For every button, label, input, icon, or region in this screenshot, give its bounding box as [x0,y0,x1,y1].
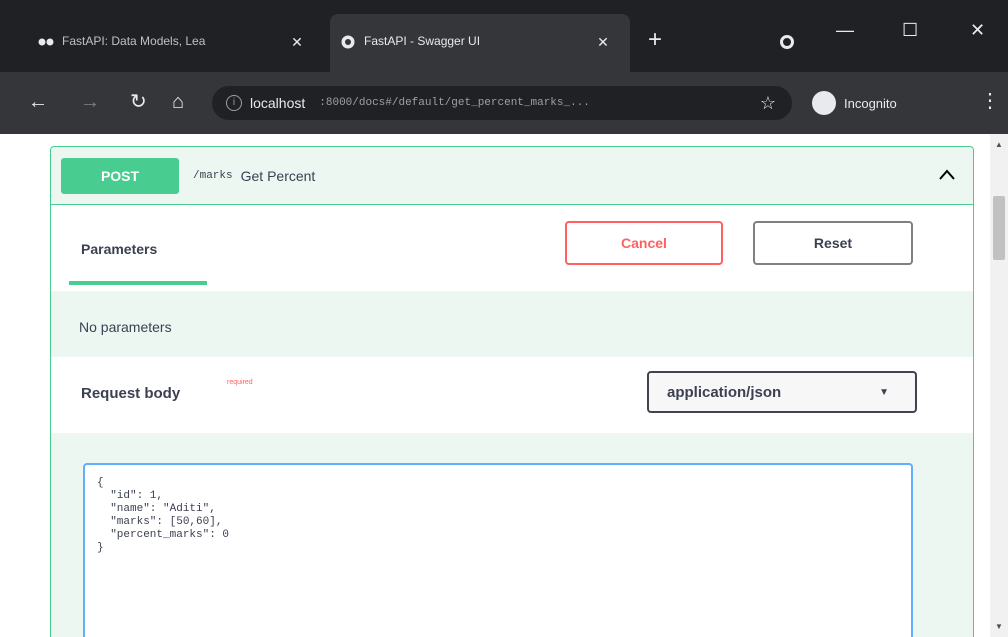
tab-close-icon[interactable]: ✕ [286,34,308,51]
request-body-header: Request body required application/json ▼ [51,357,973,433]
tab-close-icon[interactable]: ✕ [592,34,614,51]
request-body-title: Request body [81,385,181,402]
window-close-button[interactable]: ✕ [970,20,985,41]
scroll-up-arrow-icon[interactable]: ▲ [995,140,1003,149]
required-marker: required [227,379,253,386]
swagger-icon [340,34,356,50]
incognito-icon [812,91,836,115]
reload-icon[interactable]: ↻ [130,90,147,114]
url-host: localhost [250,95,306,111]
scrollbar-thumb[interactable] [993,196,1005,260]
minimize-button[interactable]: — [836,20,854,41]
chevron-up-icon[interactable] [939,167,955,183]
extension-icon[interactable] [780,35,794,49]
back-arrow-icon[interactable]: ← [28,90,48,114]
forward-arrow-icon[interactable]: → [80,90,100,114]
page-scrollbar[interactable]: ▲ ▼ [990,134,1008,637]
method-badge: POST [61,157,179,194]
tab-title: FastAPI: Data Models, Lea [62,34,206,48]
browser-toolbar: ← → ↻ ⌂ i localhost :8000/docs#/default/… [0,72,1008,134]
content-type-value: application/json [667,383,782,401]
new-tab-button[interactable]: + [648,28,662,52]
browser-tab-swagger[interactable]: FastAPI - Swagger UI ✕ [330,14,630,72]
request-body-editor[interactable]: { "id": 1, "name": "Aditi", "marks": [50… [83,463,913,637]
home-icon[interactable]: ⌂ [172,90,184,114]
operation-block-post: POST /marks Get Percent Parameters Cance… [50,146,974,637]
incognito-indicator[interactable]: Incognito [812,91,897,115]
tab-title: FastAPI - Swagger UI [364,34,481,48]
address-bar[interactable]: i localhost :8000/docs#/default/get_perc… [212,86,792,120]
incognito-label: Incognito [844,95,897,111]
bookmark-star-icon[interactable]: ☆ [760,93,776,114]
content-type-select[interactable]: application/json ▼ [647,371,917,413]
parameters-header: Parameters Cancel Reset [51,205,973,291]
tab-active-indicator [69,281,207,285]
operation-path: /marks [193,169,233,182]
browser-tabstrip: FastAPI: Data Models, Lea ✕ FastAPI - Sw… [0,0,1008,72]
fastapi-dots-icon [38,34,54,50]
browser-tab-fastapi-models[interactable]: FastAPI: Data Models, Lea ✕ [28,14,324,72]
operation-summary[interactable]: POST /marks Get Percent [51,147,973,205]
maximize-button[interactable]: ☐ [902,20,918,41]
scroll-down-arrow-icon[interactable]: ▼ [995,622,1003,631]
info-icon[interactable]: i [226,95,242,111]
page-viewport: POST /marks Get Percent Parameters Cance… [0,134,990,637]
menu-kebab-icon[interactable]: ⋮ [980,90,1000,112]
tab-parameters[interactable]: Parameters [81,241,157,257]
no-parameters-text: No parameters [79,319,172,335]
url-path: :8000/docs#/default/get_percent_marks_..… [319,97,590,109]
cancel-button[interactable]: Cancel [565,221,723,265]
chevron-down-icon: ▼ [879,387,889,398]
reset-button[interactable]: Reset [753,221,913,265]
operation-summary-text: Get Percent [240,167,316,184]
